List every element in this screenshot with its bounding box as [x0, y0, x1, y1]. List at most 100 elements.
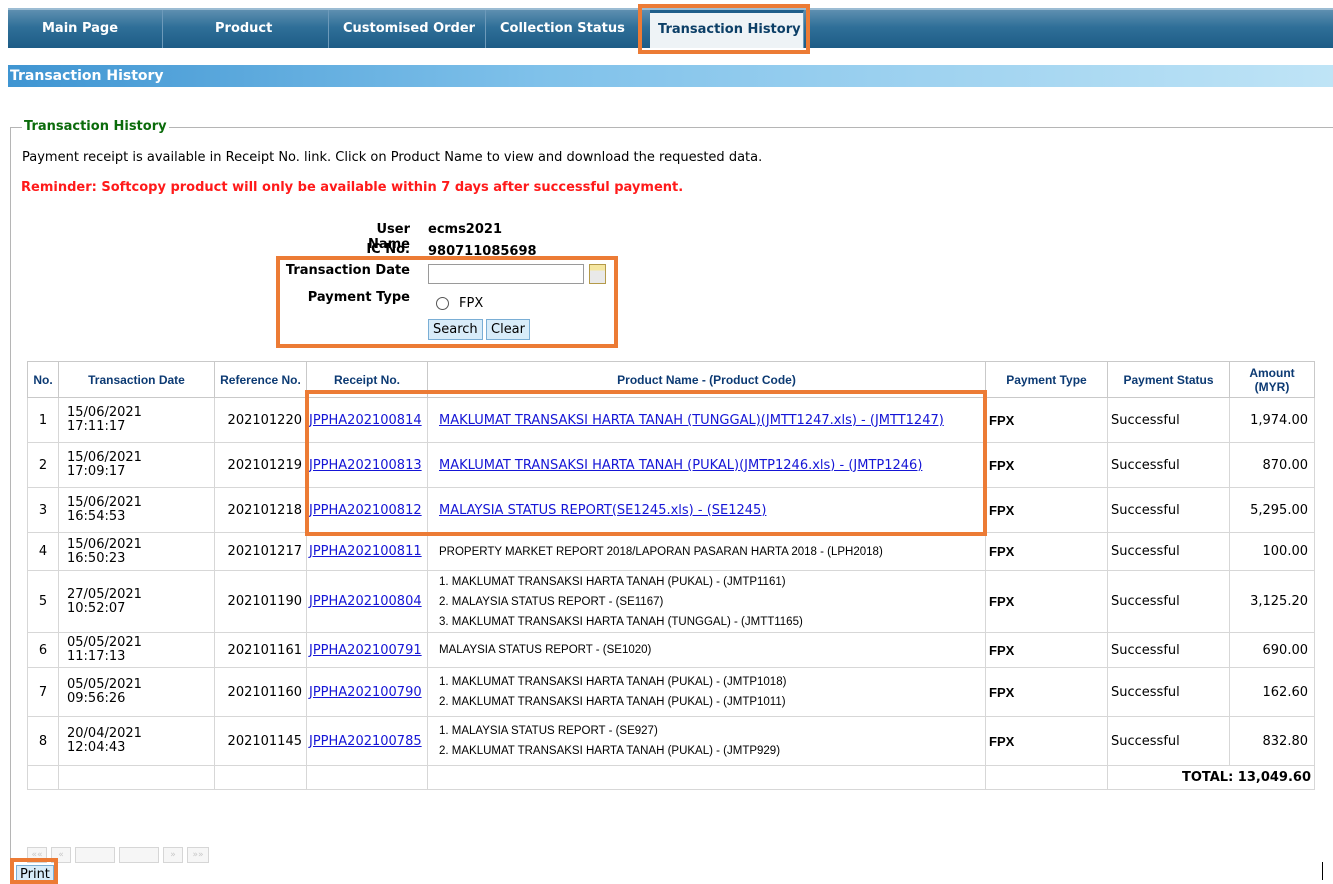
row-date-day: 15/06/2021 [67, 450, 142, 465]
row-date-day: 27/05/2021 [67, 586, 142, 602]
product-name-item: 2. MALAYSIA STATUS REPORT - (SE1167) [439, 595, 664, 608]
row-payment-type: FPX [985, 442, 1108, 488]
tab-product[interactable]: Product [163, 10, 329, 48]
row-product-cell: 1. MAKLUMAT TRANSAKSI HARTA TANAH (PUKAL… [427, 570, 986, 633]
fieldset-legend: Transaction History [22, 119, 169, 134]
table-header-row: No. Transaction Date Reference No. Recei… [27, 361, 1315, 398]
empty-cell [27, 765, 59, 790]
row-no: 8 [27, 716, 59, 766]
top-nav-bar: Main Page Product Customised Order Colle… [8, 8, 1333, 48]
tab-collection-status[interactable]: Collection Status [486, 10, 642, 48]
fieldset-border-left [10, 127, 11, 884]
row-date-time: 12:04:43 [67, 740, 126, 755]
table-row: 8 20/04/2021 12:04:43 202101145 JPPHA2021007… [27, 716, 1315, 766]
product-name-item: 1. MALAYSIA STATUS REPORT - (SE927) [439, 725, 658, 737]
row-receipt-cell: JPPHA202100814 [306, 397, 428, 443]
row-product-cell: MALAYSIA STATUS REPORT(SE1245.xls) - (SE… [427, 487, 986, 533]
row-amount: 1,974.00 [1229, 397, 1315, 443]
receipt-link[interactable]: JPPHA202100785 [309, 734, 422, 749]
fpx-radio[interactable] [436, 297, 449, 310]
prev-page-button[interactable]: « [51, 847, 71, 863]
product-name-link[interactable]: MALAYSIA STATUS REPORT(SE1245.xls) - (SE… [431, 503, 766, 518]
calendar-icon[interactable] [589, 264, 606, 284]
row-product-cell: MAKLUMAT TRANSAKSI HARTA TANAH (TUNGGAL)… [427, 397, 986, 443]
reminder-text: Reminder: Softcopy product will only be … [21, 180, 684, 195]
row-transaction-date: 05/05/2021 11:17:13 [58, 632, 215, 668]
clear-button[interactable]: Clear [486, 319, 530, 340]
last-page-button[interactable]: »» [187, 847, 209, 863]
print-button[interactable]: Print [16, 865, 54, 884]
product-name-link[interactable]: MAKLUMAT TRANSAKSI HARTA TANAH (PUKAL)(J… [431, 458, 922, 473]
receipt-link[interactable]: JPPHA202100804 [309, 594, 422, 609]
empty-cell [427, 765, 986, 790]
row-amount: 5,295.00 [1229, 487, 1315, 533]
row-payment-type: FPX [985, 632, 1108, 668]
row-no: 5 [27, 570, 59, 633]
tab-transaction-history[interactable]: Transaction History [650, 10, 804, 48]
row-date-time: 16:54:53 [67, 509, 126, 524]
row-reference-no: 202101220 [214, 397, 307, 443]
first-page-button[interactable]: «« [27, 847, 47, 863]
col-header-amount: Amount (MYR) [1229, 361, 1315, 398]
row-payment-type: FPX [985, 397, 1108, 443]
row-payment-status: Successful [1107, 570, 1230, 633]
row-reference-no: 202101219 [214, 442, 307, 488]
grand-total: TOTAL: 13,049.60 [1107, 765, 1315, 790]
receipt-link[interactable]: JPPHA202100813 [309, 458, 422, 473]
row-payment-status: Successful [1107, 716, 1230, 766]
row-transaction-date: 15/06/2021 17:09:17 [58, 442, 215, 488]
table-row: 2 15/06/2021 17:09:17 202101219 JPPHA2021008… [27, 442, 1315, 488]
row-receipt-cell: JPPHA202100791 [306, 632, 428, 668]
product-name-link[interactable]: MAKLUMAT TRANSAKSI HARTA TANAH (TUNGGAL)… [431, 413, 944, 428]
row-no: 4 [27, 532, 59, 571]
user-name-value: ecms2021 [428, 222, 502, 237]
receipt-link[interactable]: JPPHA202100790 [309, 685, 422, 700]
fpx-radio-label: FPX [459, 296, 484, 311]
row-date-day: 05/05/2021 [67, 635, 142, 650]
receipt-link[interactable]: JPPHA202100814 [309, 413, 422, 428]
row-reference-no: 202101217 [214, 532, 307, 571]
receipt-link[interactable]: JPPHA202100812 [309, 503, 422, 518]
row-payment-type: FPX [985, 532, 1108, 571]
row-transaction-date: 15/06/2021 16:54:53 [58, 487, 215, 533]
row-amount: 870.00 [1229, 442, 1315, 488]
row-product-cell: 1. MAKLUMAT TRANSAKSI HARTA TANAH (PUKAL… [427, 667, 986, 717]
product-name-item: 1. MAKLUMAT TRANSAKSI HARTA TANAH (PUKAL… [439, 676, 787, 688]
table-row: 5 27/05/2021 10:52:07 202101190 JPPHA2021008… [27, 570, 1315, 633]
page-number-box[interactable] [75, 847, 115, 863]
ic-label: IC No. [366, 242, 410, 257]
row-no: 1 [27, 397, 59, 443]
row-transaction-date: 27/05/2021 10:52:07 [58, 570, 215, 633]
transaction-date-input[interactable] [428, 264, 584, 284]
transaction-table: No. Transaction Date Reference No. Recei… [27, 361, 1315, 790]
row-no: 2 [27, 442, 59, 488]
row-receipt-cell: JPPHA202100812 [306, 487, 428, 533]
row-date-time: 11:17:13 [67, 649, 126, 664]
row-payment-status: Successful [1107, 442, 1230, 488]
row-product-cell: 1. MALAYSIA STATUS REPORT - (SE927) 2. MA… [427, 716, 986, 766]
row-product-cell: MAKLUMAT TRANSAKSI HARTA TANAH (PUKAL)(J… [427, 442, 986, 488]
page-number-box[interactable] [119, 847, 159, 863]
col-header-payment-status: Payment Status [1107, 361, 1230, 398]
row-date-time: 09:56:26 [67, 691, 126, 706]
search-button[interactable]: Search [428, 319, 483, 340]
row-date-day: 15/06/2021 [67, 536, 142, 552]
row-date-day: 05/05/2021 [67, 677, 142, 692]
table-row: 3 15/06/2021 16:54:53 202101218 JPPHA2021008… [27, 487, 1315, 533]
empty-cell [985, 765, 1108, 790]
tab-main-page[interactable]: Main Page [8, 10, 163, 48]
product-name-item: PROPERTY MARKET REPORT 2018/LAPORAN PASA… [439, 545, 883, 558]
next-page-button[interactable]: » [163, 847, 183, 863]
empty-cell [306, 765, 428, 790]
row-product-cell: PROPERTY MARKET REPORT 2018/LAPORAN PASA… [427, 532, 986, 571]
empty-cell [214, 765, 307, 790]
receipt-link[interactable]: JPPHA202100791 [309, 643, 422, 658]
col-header-date: Transaction Date [58, 361, 215, 398]
row-no: 3 [27, 487, 59, 533]
row-date-time: 17:11:17 [67, 419, 126, 434]
fieldset-border-top [10, 127, 1333, 128]
receipt-link[interactable]: JPPHA202100811 [309, 544, 422, 559]
row-date-time: 17:09:17 [67, 464, 126, 479]
tab-customised-order[interactable]: Customised Order [329, 10, 486, 48]
row-reference-no: 202101160 [214, 667, 307, 717]
